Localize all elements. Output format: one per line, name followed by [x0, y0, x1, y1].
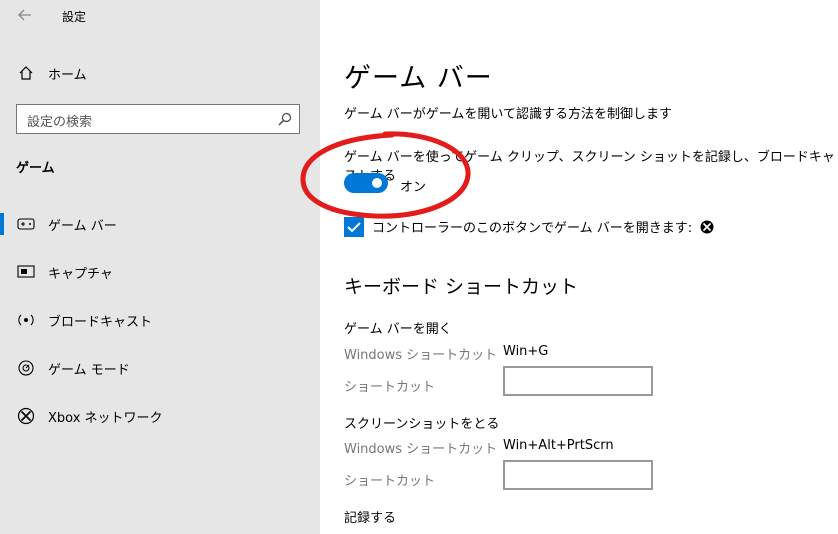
- sidebar-item-label: ゲーム バー: [48, 218, 117, 234]
- checkmark-icon: [347, 222, 361, 233]
- home-icon: [16, 63, 36, 83]
- sidebar-item-label: ブロードキャスト: [48, 314, 153, 330]
- windows-shortcut-label: Windows ショートカット: [344, 348, 498, 363]
- game-mode-icon: [16, 358, 36, 378]
- toggle-knob: [372, 178, 382, 188]
- xbox-icon: [16, 406, 36, 426]
- custom-shortcut-input[interactable]: [503, 366, 653, 396]
- search-icon[interactable]: [277, 111, 293, 127]
- sidebar-item-label: キャプチャ: [48, 266, 113, 282]
- back-arrow-icon[interactable]: [16, 6, 34, 24]
- shortcut-title-record: 記録する: [344, 511, 397, 526]
- sidebar-item-broadcast[interactable]: ブロードキャスト: [16, 307, 152, 333]
- controller-button-checkbox[interactable]: [344, 217, 364, 237]
- sidebar-item-label: ホーム: [48, 67, 87, 83]
- sidebar-item-capture[interactable]: キャプチャ: [16, 259, 113, 285]
- shortcut-title-screenshot: スクリーンショットをとる: [344, 417, 500, 432]
- section-title: ゲーム: [16, 161, 55, 176]
- custom-shortcut-input[interactable]: [503, 460, 653, 490]
- sidebar-item-xbox-network[interactable]: Xbox ネットワーク: [16, 403, 163, 429]
- shortcut-title-open-game-bar: ゲーム バーを開く: [344, 322, 452, 337]
- sidebar-item-home[interactable]: ホーム: [16, 60, 87, 86]
- custom-shortcut-label: ショートカット: [344, 474, 436, 489]
- custom-shortcut-label: ショートカット: [344, 380, 436, 395]
- game-bar-icon: [16, 214, 36, 234]
- windows-shortcut-value: Win+G: [503, 344, 549, 359]
- windows-shortcut-label: Windows ショートカット: [344, 442, 498, 457]
- active-indicator: [0, 213, 4, 235]
- app-title: 設定: [62, 10, 87, 24]
- checkbox-label-text: コントローラーのこのボタンでゲーム バーを開きます:: [372, 221, 693, 236]
- sidebar: 設定 ホーム 設定の検索 ゲーム ゲーム バー キャプチャ ブロードキャスト ゲ…: [0, 0, 320, 534]
- sidebar-item-game-mode[interactable]: ゲーム モード: [16, 355, 130, 381]
- windows-shortcut-value: Win+Alt+PrtScrn: [503, 438, 614, 453]
- checkbox-label: コントローラーのこのボタンでゲーム バーを開きます:: [372, 217, 714, 236]
- page-description: ゲーム バーがゲームを開いて認識する方法を制御します: [344, 107, 672, 122]
- capture-icon: [16, 262, 36, 282]
- search-placeholder: 設定の検索: [27, 115, 93, 130]
- page-title: ゲーム バー: [344, 63, 493, 94]
- toggle-state-label: オン: [400, 180, 427, 195]
- xbox-button-icon: [700, 220, 714, 233]
- broadcast-icon: [16, 310, 36, 330]
- shortcuts-title: キーボード ショートカット: [344, 276, 579, 298]
- game-bar-toggle[interactable]: [344, 173, 388, 193]
- search-input[interactable]: 設定の検索: [16, 104, 300, 134]
- sidebar-item-label: ゲーム モード: [48, 362, 130, 378]
- sidebar-item-label: Xbox ネットワーク: [48, 410, 163, 426]
- sidebar-item-game-bar[interactable]: ゲーム バー: [16, 211, 117, 237]
- main-content: ゲーム バー ゲーム バーがゲームを開いて認識する方法を制御します ゲーム バー…: [320, 0, 838, 534]
